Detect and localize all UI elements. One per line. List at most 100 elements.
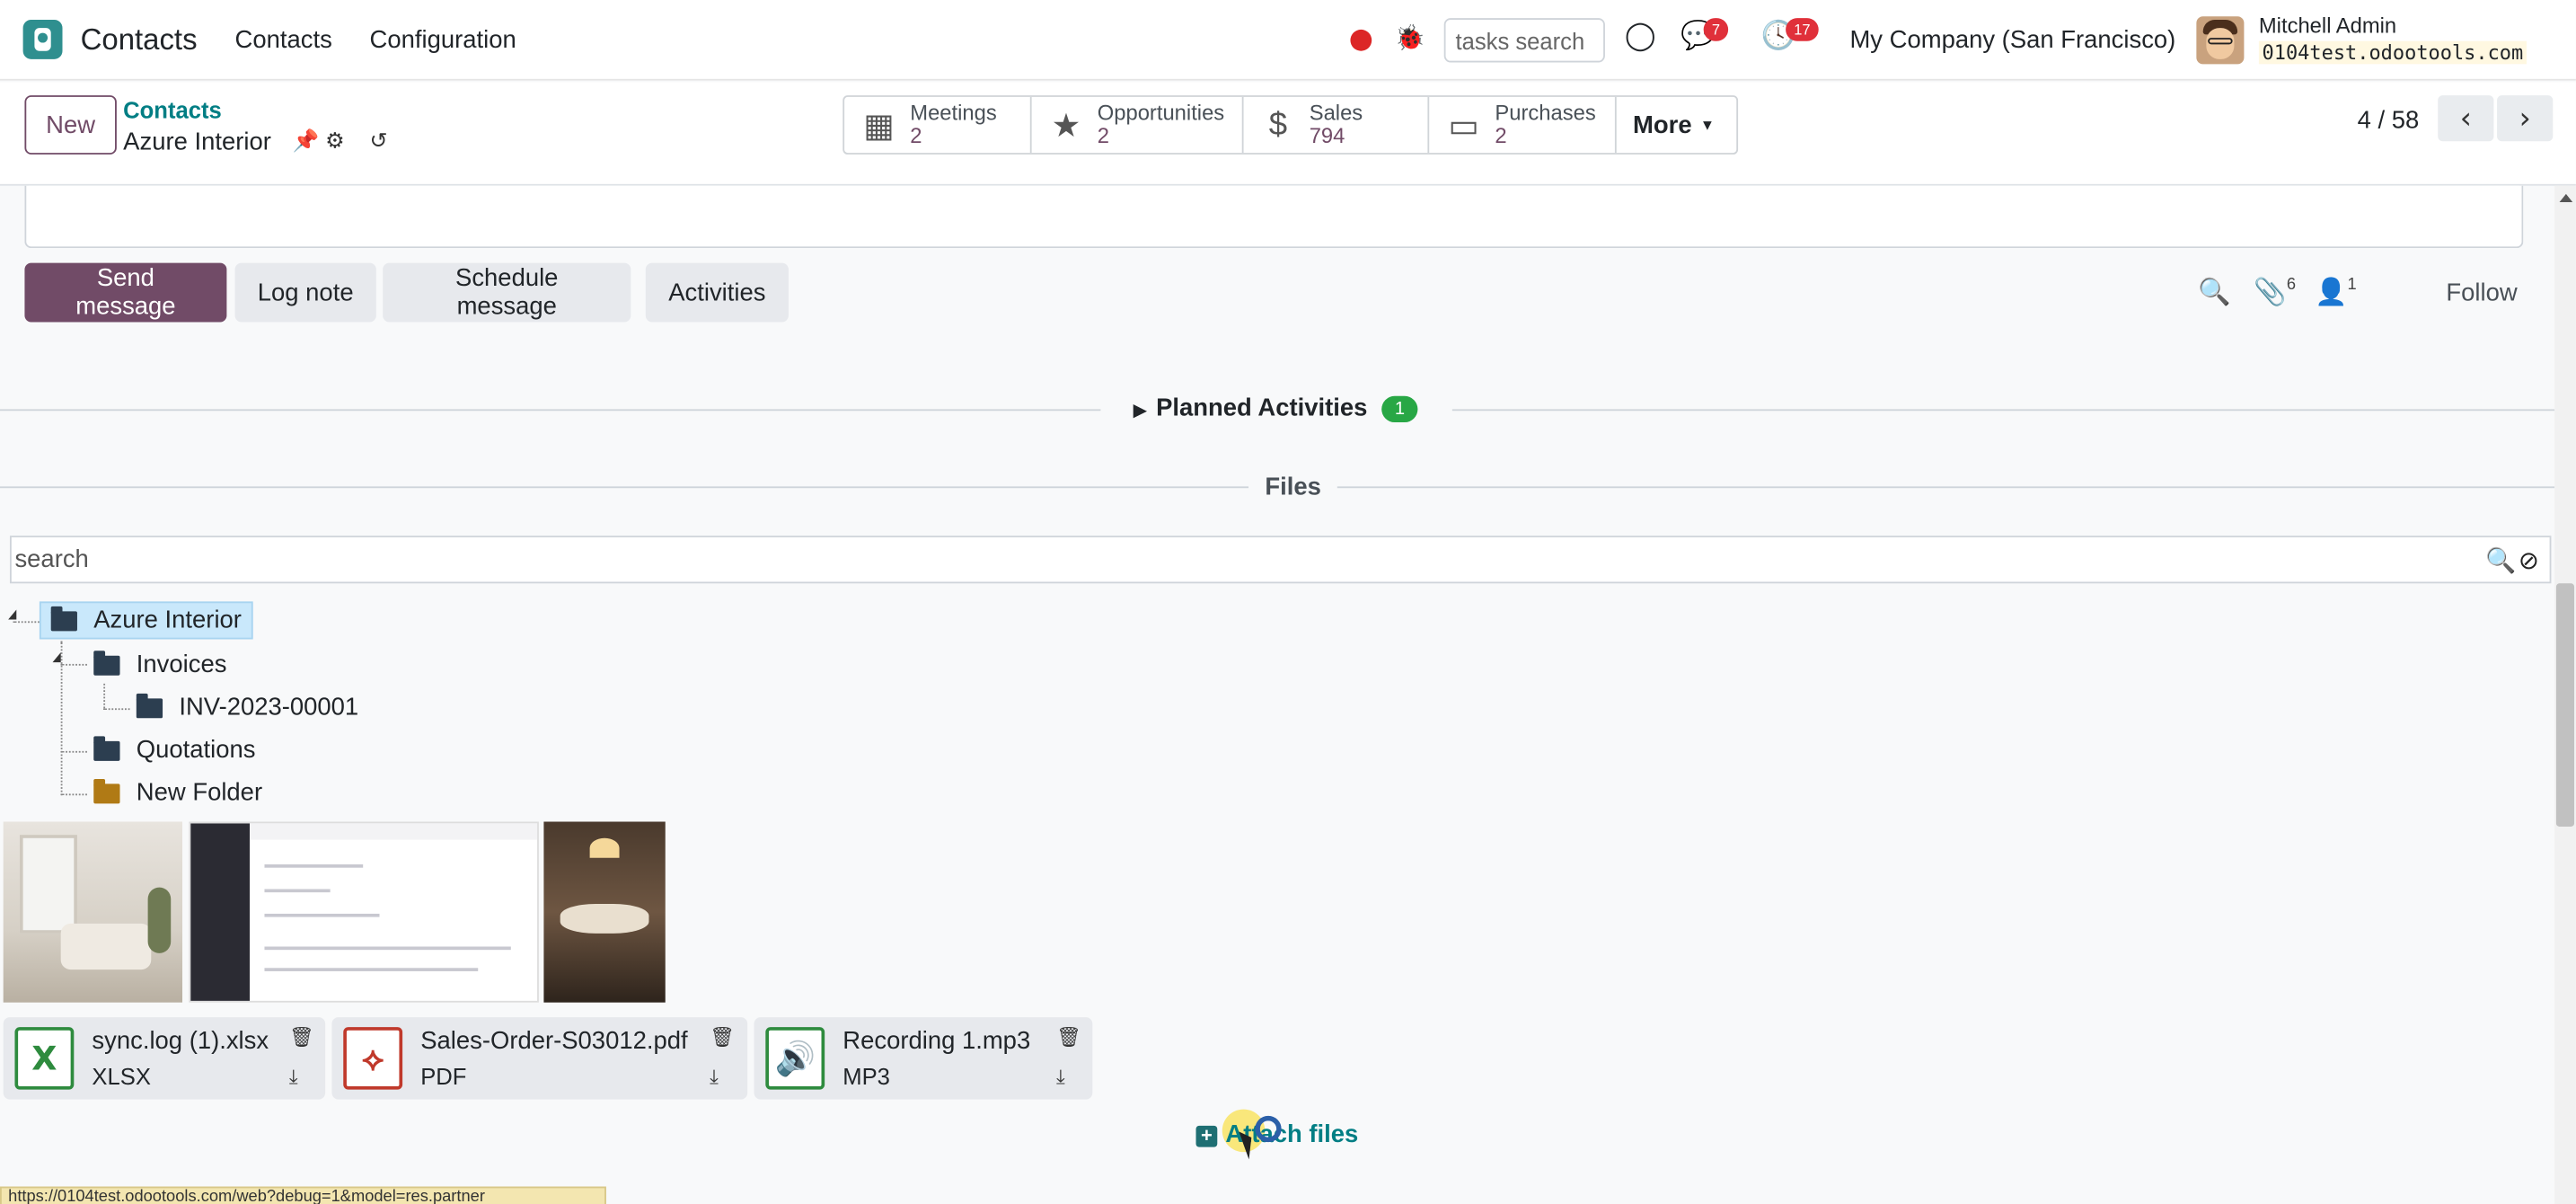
credit-card-icon: ▭: [1448, 107, 1479, 145]
smart-button-meetings[interactable]: ▦ Meetings 2: [844, 96, 1032, 154]
bug-icon[interactable]: 🐞: [1395, 23, 1425, 52]
user-name[interactable]: Mitchell Admin: [2259, 13, 2396, 38]
planned-activities-badge: 1: [1381, 395, 1418, 423]
smart-button-purchases[interactable]: ▭ Purchases 2: [1429, 96, 1617, 154]
attachment-name: Sales-Order-S03012.pdf: [420, 1027, 688, 1056]
tree-connector: [103, 683, 106, 709]
refresh-chat-icon[interactable]: ◯: [1625, 20, 1656, 53]
tree-connector: [60, 793, 87, 796]
breadcrumb-contacts[interactable]: Contacts: [123, 97, 222, 123]
tree-node-invoices[interactable]: Invoices: [93, 650, 227, 679]
messages-count-badge: 7: [1703, 18, 1729, 41]
clear-search-icon[interactable]: ⊘: [2519, 545, 2539, 575]
smart-buttons: ▦ Meetings 2 ★ Opportunities 2 $ Sales 7…: [842, 95, 1739, 155]
purchases-label: Purchases: [1495, 100, 1596, 126]
loading-ring-icon: [1255, 1115, 1282, 1143]
status-bar-url: https://0104test.odootools.com/web?debug…: [0, 1186, 606, 1204]
followers-icon[interactable]: 👤1: [2315, 276, 2357, 309]
tree-node-label: Invoices: [136, 651, 227, 679]
pager-previous-button[interactable]: ‹: [2438, 95, 2494, 142]
menu-contacts[interactable]: Contacts: [235, 26, 332, 54]
tree-connector: [60, 663, 87, 666]
download-icon[interactable]: ⤓: [1056, 1065, 1065, 1089]
tasks-search-input[interactable]: [1443, 18, 1605, 63]
folder-icon: [136, 692, 163, 718]
attachment-name: sync.log (1).xlsx: [92, 1027, 269, 1056]
caret-down-icon: ▼: [1699, 116, 1716, 134]
image-thumbnail-dining[interactable]: [543, 821, 666, 1003]
tree-connector: [13, 621, 40, 624]
meetings-count: 2: [910, 123, 922, 148]
paperclip-icon[interactable]: 📎6: [2254, 276, 2296, 309]
trash-icon[interactable]: 🗑: [289, 1025, 314, 1049]
tree-node-azure-interior[interactable]: Azure Interior: [39, 601, 253, 640]
planned-activities-toggle[interactable]: ▶ Planned Activities: [1134, 394, 1367, 422]
download-icon[interactable]: ⤓: [289, 1065, 298, 1089]
user-avatar[interactable]: [2196, 16, 2245, 65]
pager-value[interactable]: 4 / 58: [2358, 107, 2420, 135]
search-icon[interactable]: 🔍: [2485, 545, 2516, 575]
plus-square-icon: +: [1195, 1125, 1218, 1147]
tree-node-label: New Folder: [136, 778, 263, 808]
discard-icon[interactable]: ↺: [370, 128, 388, 155]
folder-icon: [93, 650, 120, 675]
follow-button[interactable]: Follow: [2446, 279, 2517, 307]
trash-icon[interactable]: 🗑: [1056, 1025, 1081, 1049]
gear-icon[interactable]: ⚙: [325, 128, 344, 155]
attachment-name: Recording 1.mp3: [842, 1027, 1031, 1056]
company-switcher[interactable]: My Company (San Francisco): [1849, 26, 2175, 54]
pager-next-button[interactable]: ›: [2497, 95, 2554, 142]
attachment-card[interactable]: ⟡ Sales-Order-S03012.pdf PDF 🗑 ⤓: [331, 1017, 748, 1100]
excel-icon: X: [14, 1027, 75, 1090]
scrollbar-thumb[interactable]: [2555, 583, 2575, 827]
smart-button-opportunities[interactable]: ★ Opportunities 2: [1032, 96, 1244, 154]
download-icon[interactable]: ⤓: [710, 1065, 719, 1089]
tree-node-new-folder[interactable]: New Folder: [93, 778, 263, 808]
log-note-button[interactable]: Log note: [234, 262, 376, 323]
attachment-type: MP3: [842, 1063, 890, 1090]
menu-configuration[interactable]: Configuration: [370, 26, 516, 54]
tree-node-quotations[interactable]: Quotations: [93, 735, 256, 765]
new-button[interactable]: New: [24, 95, 117, 155]
schedule-message-button[interactable]: Schedule message: [383, 262, 631, 323]
message-composer[interactable]: [24, 185, 2524, 249]
top-navbar: Contacts Contacts Configuration 🐞 ◯ 💬 7 …: [0, 0, 2576, 81]
app-title[interactable]: Contacts: [81, 23, 198, 58]
tree-node-label: INV-2023-00001: [179, 693, 359, 722]
scroll-up-icon[interactable]: [2559, 193, 2573, 202]
tree-expand-icon[interactable]: [52, 652, 61, 663]
calendar-icon: ▦: [863, 107, 895, 145]
planned-activities-label: Planned Activities: [1156, 394, 1368, 423]
pdf-icon: ⟡: [343, 1027, 403, 1090]
attachment-card[interactable]: 🔊 Recording 1.mp3 MP3 🗑 ⤓: [754, 1017, 1093, 1100]
divider-left: [0, 409, 1101, 412]
record-indicator-icon[interactable]: [1350, 29, 1372, 51]
sales-label: Sales: [1309, 100, 1363, 126]
opportunities-count: 2: [1097, 123, 1110, 148]
smart-button-sales[interactable]: $ Sales 794: [1244, 96, 1430, 154]
tree-expand-icon[interactable]: [8, 609, 17, 620]
control-panel: New Contacts Azure Interior 📌 ⚙ ↺ ▦ Meet…: [0, 82, 2576, 186]
divider-right: [1451, 409, 2555, 412]
tree-node-inv-2023-00001[interactable]: INV-2023-00001: [136, 692, 359, 722]
dollar-icon: $: [1268, 105, 1288, 143]
tree-node-label: Quotations: [136, 736, 256, 765]
folder-icon: [50, 605, 77, 631]
pin-icon[interactable]: 📌: [293, 128, 320, 155]
activities-button[interactable]: Activities: [645, 262, 789, 323]
image-thumbnail-living-room[interactable]: [3, 821, 183, 1003]
database-name: 0104test.odootools.com: [2258, 40, 2527, 65]
image-thumbnail-screenshot[interactable]: [189, 821, 539, 1003]
caret-right-icon: ▶: [1134, 403, 1147, 421]
audio-icon: 🔊: [765, 1027, 825, 1090]
attachment-type: XLSX: [92, 1063, 151, 1090]
send-message-button[interactable]: Send message: [24, 262, 227, 323]
tree-connector: [60, 750, 87, 753]
meetings-label: Meetings: [910, 100, 997, 126]
contacts-app-icon[interactable]: [22, 19, 63, 59]
more-dropdown[interactable]: More ▼: [1617, 97, 1737, 153]
trash-icon[interactable]: 🗑: [710, 1025, 735, 1049]
files-search-input[interactable]: [9, 536, 2552, 584]
attachment-card[interactable]: X sync.log (1).xlsx XLSX 🗑 ⤓: [3, 1017, 326, 1100]
search-icon[interactable]: 🔍: [2198, 276, 2230, 309]
